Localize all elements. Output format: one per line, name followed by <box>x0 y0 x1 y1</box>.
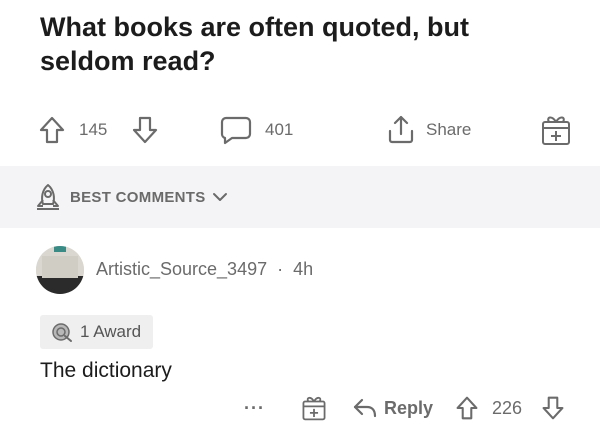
post-comment-count: 401 <box>265 120 294 139</box>
comment-author[interactable]: Artistic_Source_3497 <box>96 259 267 279</box>
sort-label: BEST COMMENTS <box>70 188 206 206</box>
comment-vote-count: 226 <box>492 388 522 428</box>
chevron-down-icon <box>212 193 227 201</box>
avatar-image <box>36 246 84 294</box>
downvote-icon[interactable] <box>131 115 159 145</box>
gift-box-icon <box>302 396 326 421</box>
post-action-bar: 145 401 Share <box>0 108 600 152</box>
share-upload-icon <box>388 115 414 144</box>
more-dots-icon: ··· <box>244 397 265 418</box>
comment-body: The dictionary <box>40 359 172 382</box>
post-comments-button[interactable]: 401 <box>219 108 293 152</box>
award-label: 1 Award <box>80 322 142 341</box>
post-title: What books are often quoted, but seldom … <box>40 12 469 76</box>
meta-separator: · <box>277 259 284 279</box>
downvote-icon[interactable] <box>541 395 565 421</box>
comment-sort-bar: BEST COMMENTS <box>0 166 600 228</box>
comment-upvote-button[interactable] <box>455 388 479 428</box>
upvote-icon[interactable] <box>38 115 66 145</box>
rocket-icon <box>37 184 59 210</box>
award-badge[interactable]: 1 Award <box>40 315 154 349</box>
post-upvote-button[interactable] <box>38 108 66 152</box>
comment-downvote-button[interactable] <box>541 388 565 428</box>
comment-more-button[interactable]: ··· <box>244 388 265 428</box>
post-downvote-button[interactable] <box>131 108 159 152</box>
reply-arrow-icon <box>353 398 377 418</box>
avatar[interactable] <box>36 246 84 294</box>
post-award-button[interactable] <box>540 108 572 152</box>
post-share-button[interactable]: Share <box>386 108 471 152</box>
comment-reply-button[interactable]: Reply <box>352 388 433 428</box>
comment-age: 4h <box>293 259 314 279</box>
silver-award-icon <box>52 323 72 342</box>
share-label: Share <box>426 120 472 139</box>
comment-meta: Artistic_Source_3497 · 4h <box>96 259 313 280</box>
upvote-icon[interactable] <box>455 395 479 421</box>
gift-box-icon <box>542 116 570 145</box>
comment-award-button[interactable] <box>301 388 327 428</box>
speech-bubble-icon <box>220 116 252 145</box>
comment-vote-count-text: 226 <box>492 397 523 418</box>
post-vote-count: 145 <box>79 108 107 152</box>
sort-dropdown[interactable]: BEST COMMENTS <box>34 182 228 212</box>
post-vote-count-text: 145 <box>79 120 108 139</box>
reply-label: Reply <box>384 397 434 418</box>
comment-action-bar: ··· Reply 226 <box>0 388 600 428</box>
